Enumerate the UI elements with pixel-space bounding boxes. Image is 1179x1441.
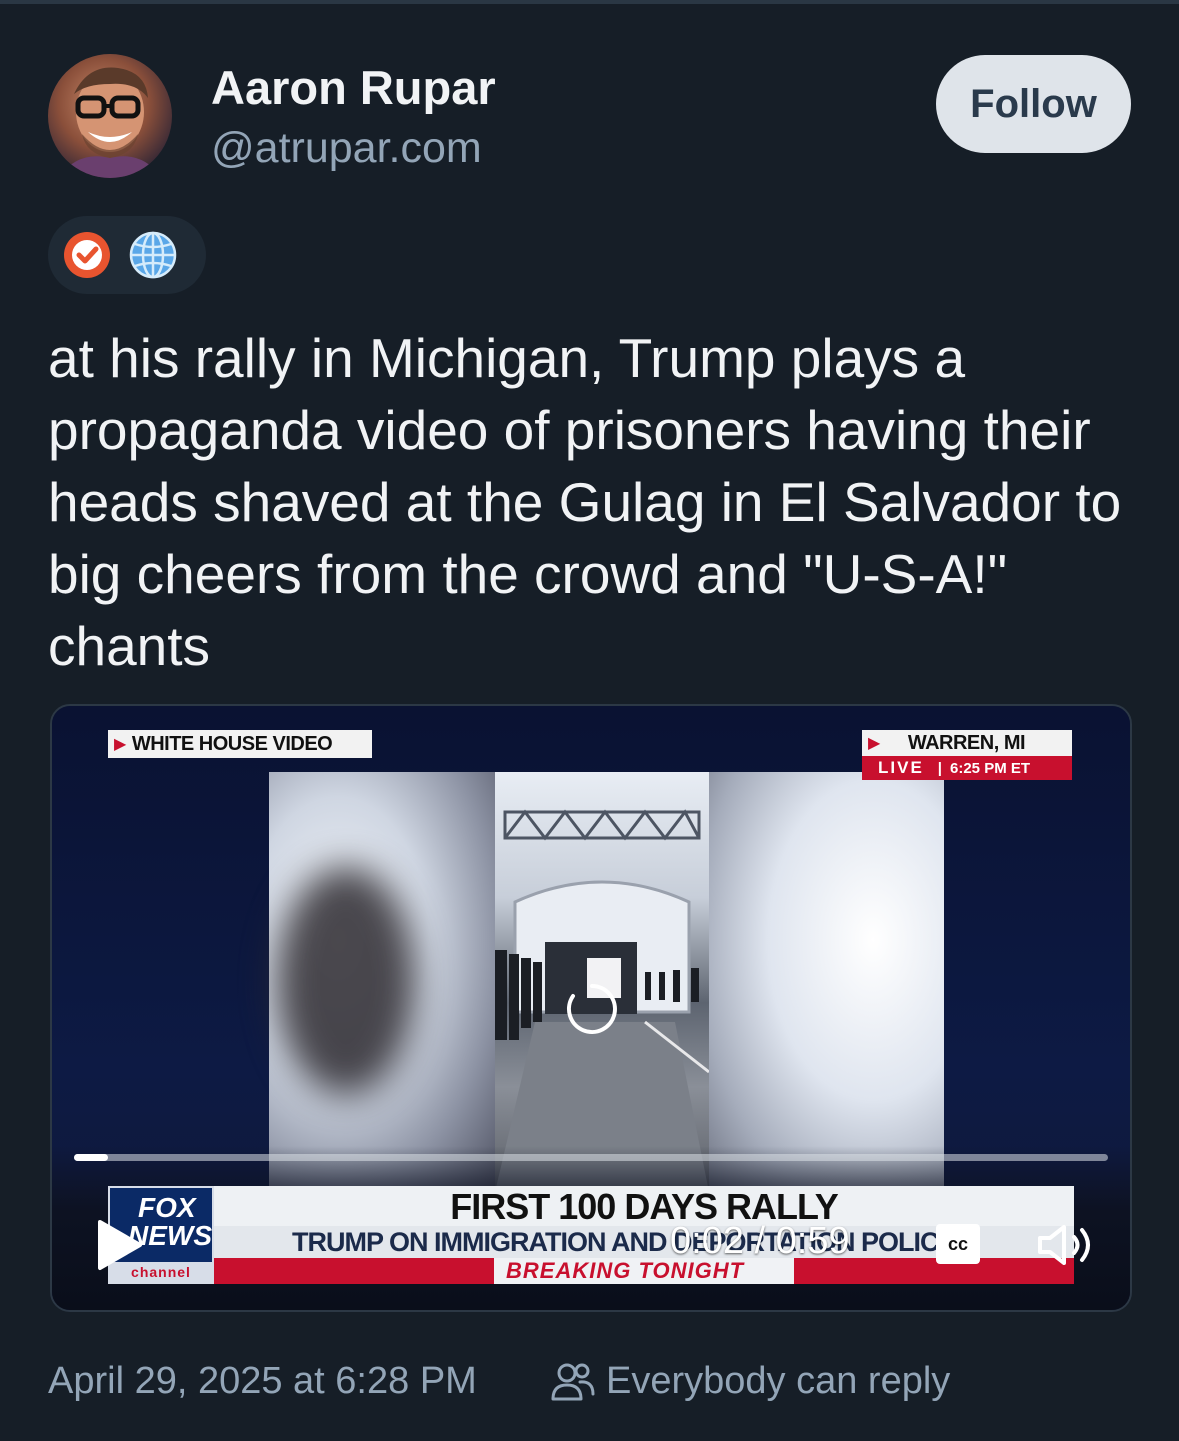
- tag-live: LIVE | 6:25 PM ET: [862, 756, 1072, 780]
- loading-spinner-icon: [567, 984, 617, 1034]
- follow-button[interactable]: Follow: [936, 55, 1131, 153]
- captions-button[interactable]: cc: [936, 1224, 980, 1264]
- top-divider: [0, 0, 1179, 4]
- play-icon[interactable]: [96, 1218, 144, 1272]
- avatar-photo: [58, 67, 162, 178]
- video-screen-right: [708, 772, 944, 1192]
- video-progress-fill: [74, 1154, 109, 1161]
- verified-check-icon: [64, 232, 110, 278]
- reply-setting: Everybody can reply: [550, 1360, 950, 1403]
- author-name[interactable]: Aaron Rupar: [211, 60, 496, 115]
- people-icon: [551, 1363, 595, 1400]
- tag-time-label: 6:25 PM ET: [950, 759, 1031, 777]
- video-blur: [276, 866, 416, 1096]
- author-handle[interactable]: @atrupar.com: [211, 124, 482, 173]
- tag-source: ▶ WHITE HOUSE VIDEO: [108, 730, 372, 758]
- tag-arrow-icon: ▶: [868, 735, 880, 752]
- video-progress-bar[interactable]: [74, 1154, 1108, 1161]
- volume-icon[interactable]: [1036, 1222, 1098, 1268]
- tag-location-label: WARREN, MI: [907, 731, 1026, 754]
- post-text: at his rally in Michigan, Trump plays a …: [48, 327, 1122, 677]
- avatar[interactable]: [48, 54, 172, 178]
- video-player[interactable]: ▶ WHITE HOUSE VIDEO ▶ WARREN, MI LIVE | …: [50, 704, 1132, 1312]
- reply-setting-label: Everybody can reply: [606, 1360, 951, 1402]
- tag-source-label: WHITE HOUSE VIDEO: [131, 732, 333, 755]
- banner-title: FIRST 100 DAYS RALLY: [214, 1186, 1074, 1227]
- tag-separator: |: [937, 759, 942, 777]
- post-timestamp[interactable]: April 29, 2025 at 6:28 PM: [48, 1360, 477, 1403]
- video-time: 0:02 / 0:59: [670, 1220, 850, 1262]
- tag-arrow-icon: ▶: [114, 736, 126, 753]
- globe-icon: [129, 231, 177, 279]
- tag-location: ▶ WARREN, MI: [862, 730, 1072, 756]
- badges-pill[interactable]: [48, 216, 206, 294]
- tag-live-label: LIVE: [878, 758, 924, 777]
